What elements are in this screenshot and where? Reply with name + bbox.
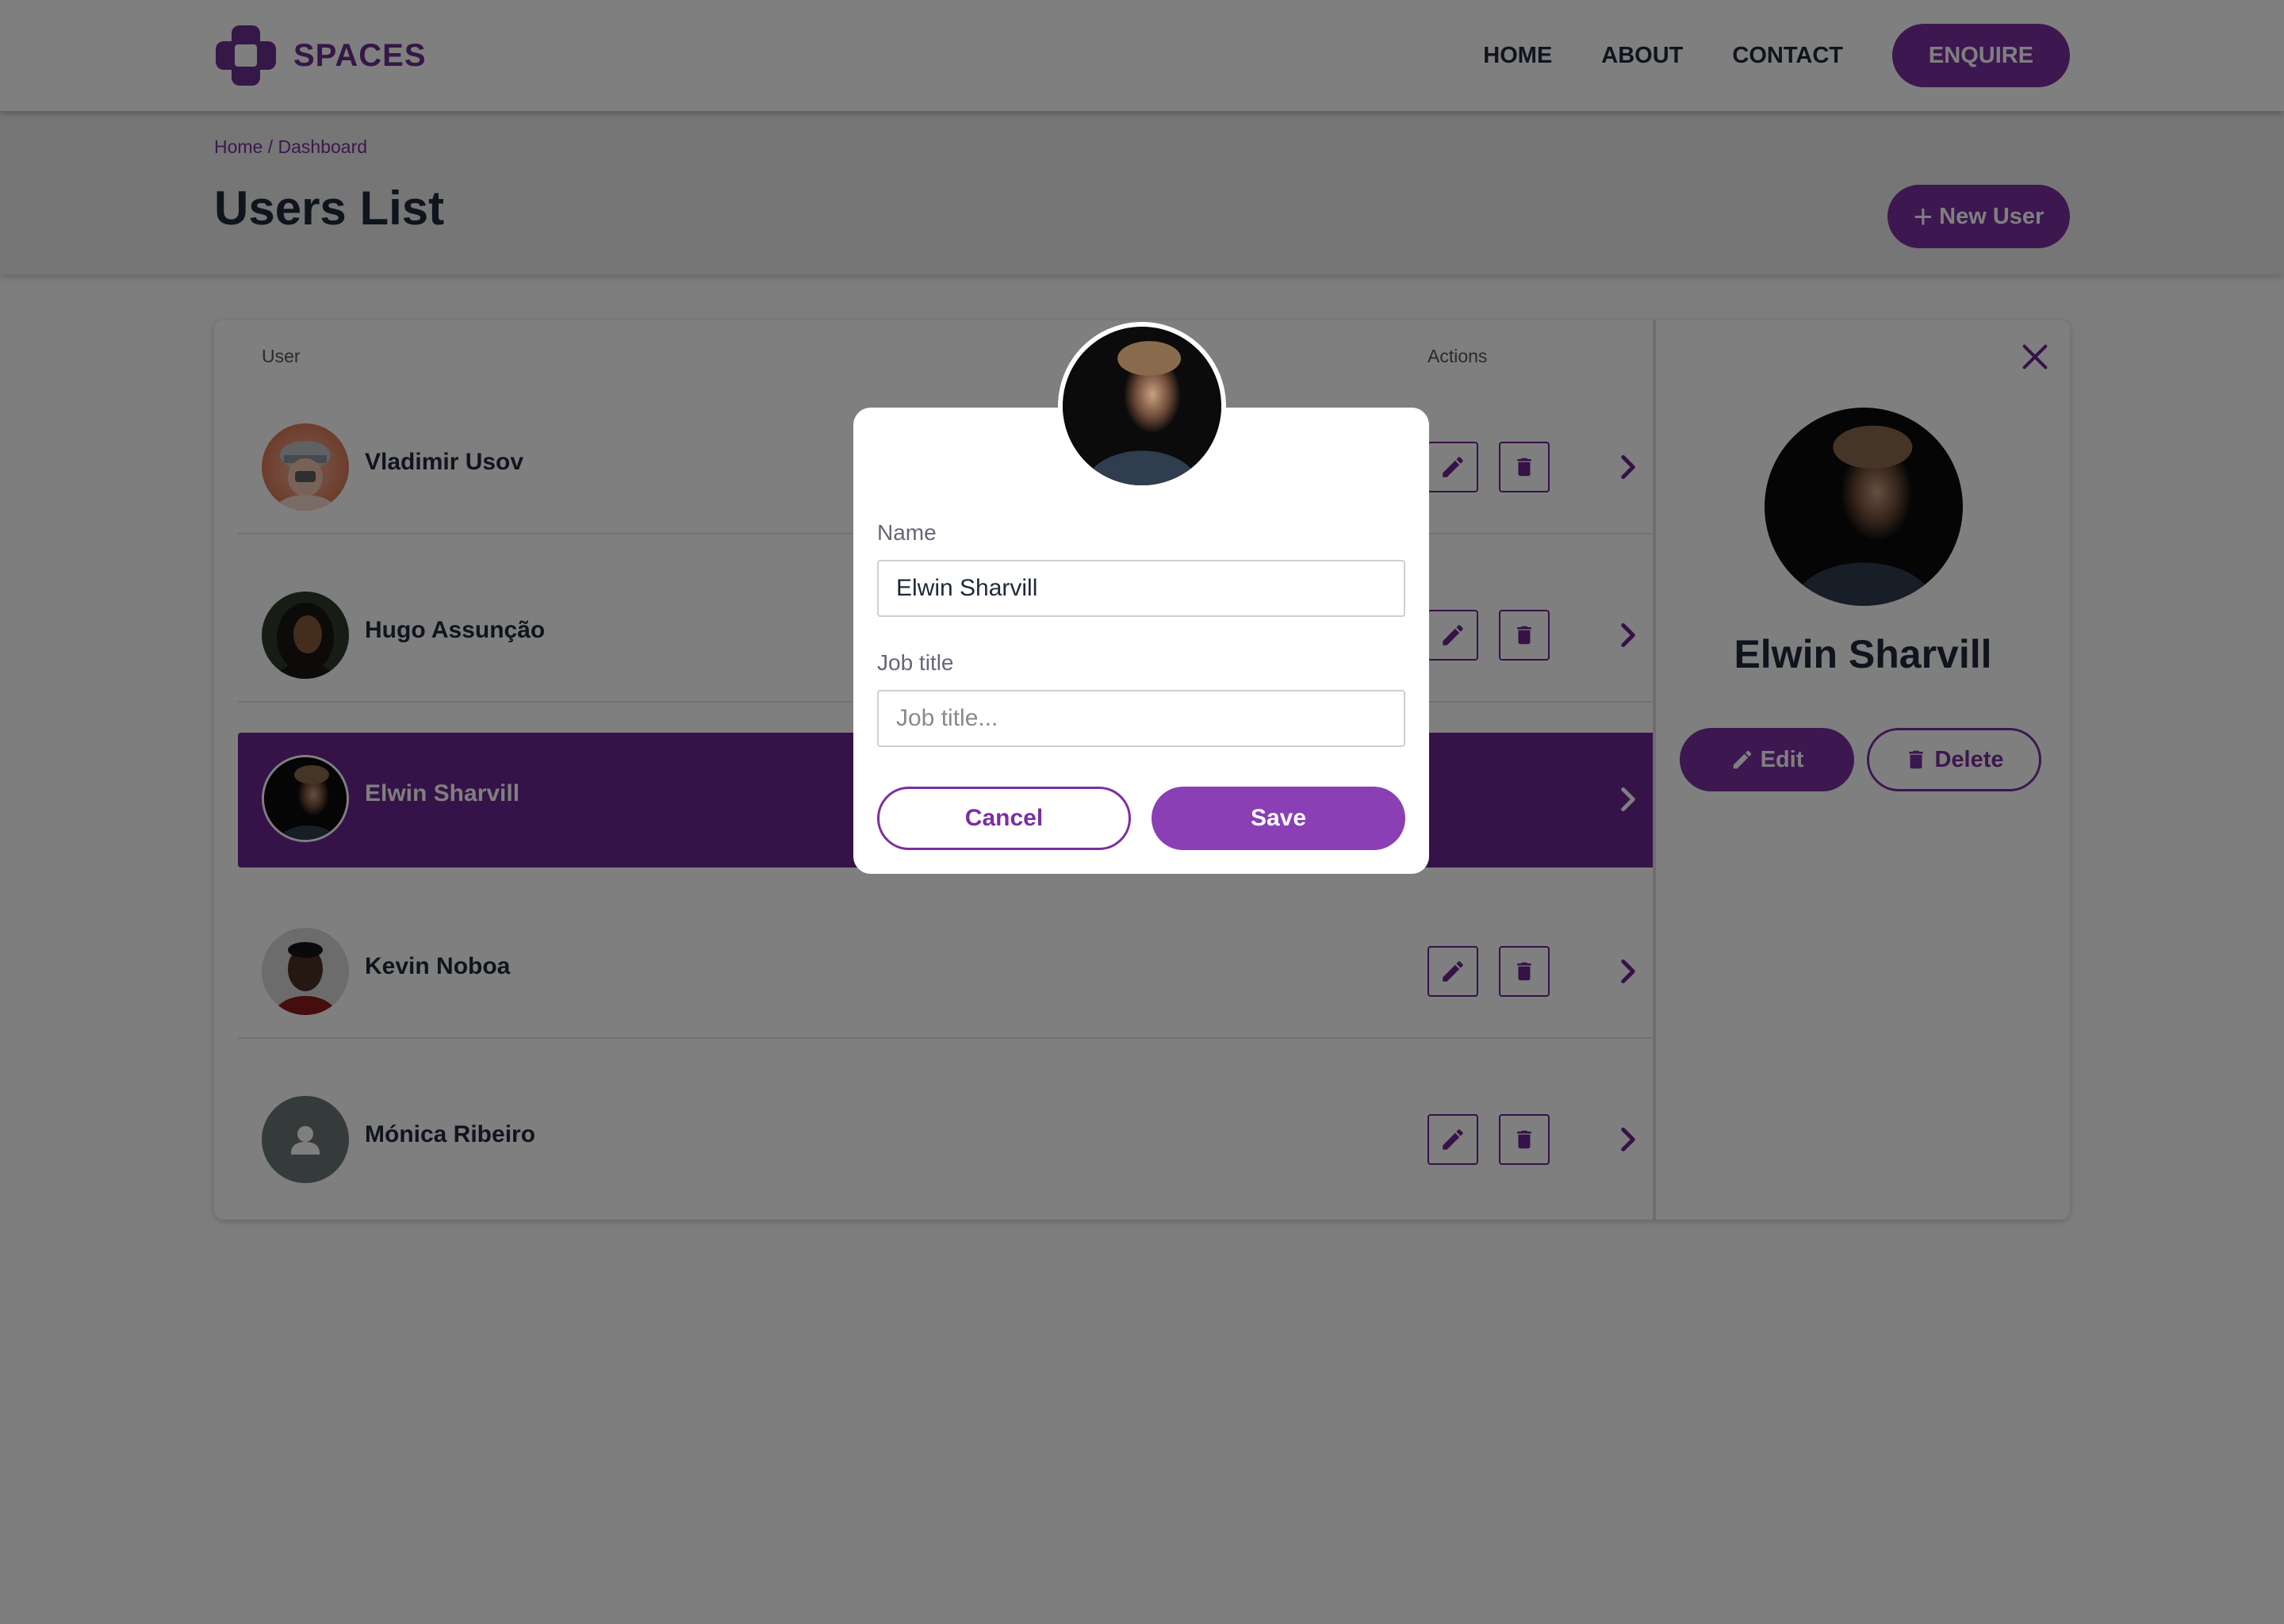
job-title-field-label: Job title <box>877 650 954 675</box>
save-button[interactable]: Save <box>1152 787 1405 850</box>
job-title-input[interactable] <box>877 690 1405 747</box>
name-input[interactable] <box>877 560 1405 617</box>
cancel-button[interactable]: Cancel <box>877 787 1131 850</box>
name-field-label: Name <box>877 520 937 545</box>
user-photo <box>1063 327 1221 485</box>
modal-avatar <box>1058 322 1226 490</box>
